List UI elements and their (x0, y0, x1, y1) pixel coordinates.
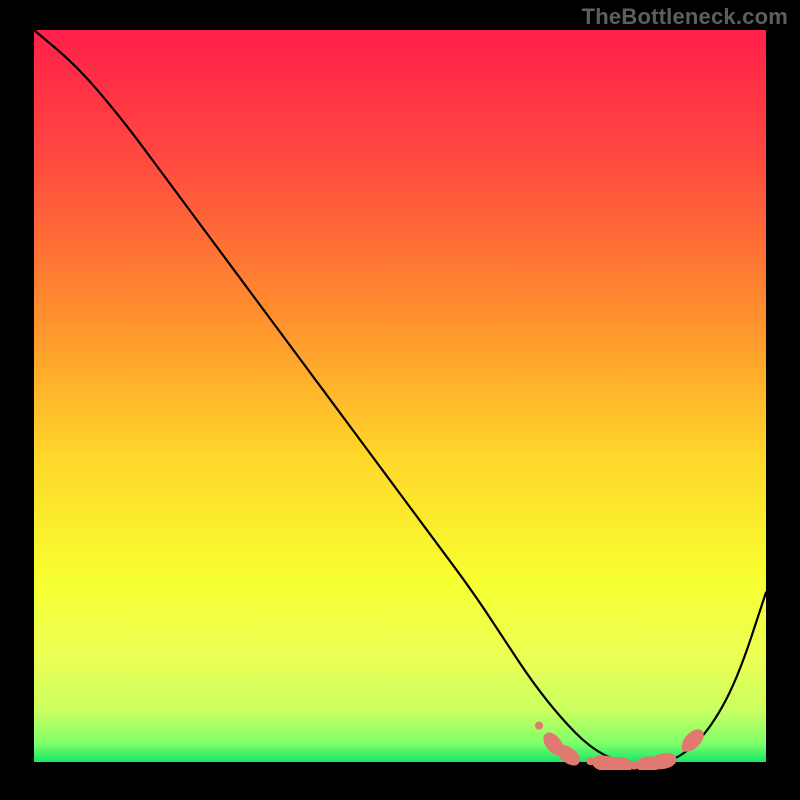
bottleneck-curve (34, 30, 766, 765)
bead-ellipse (558, 746, 578, 764)
bead-dot (535, 722, 543, 730)
optimal-range-beads (535, 722, 702, 770)
chart-frame: TheBottleneck.com (0, 0, 800, 800)
plot-area (34, 30, 766, 770)
watermark-text: TheBottleneck.com (582, 4, 788, 30)
bead-ellipse (683, 731, 702, 750)
bead-ellipse (610, 760, 630, 770)
chart-overlay (34, 30, 766, 770)
bead-ellipse (653, 755, 673, 767)
